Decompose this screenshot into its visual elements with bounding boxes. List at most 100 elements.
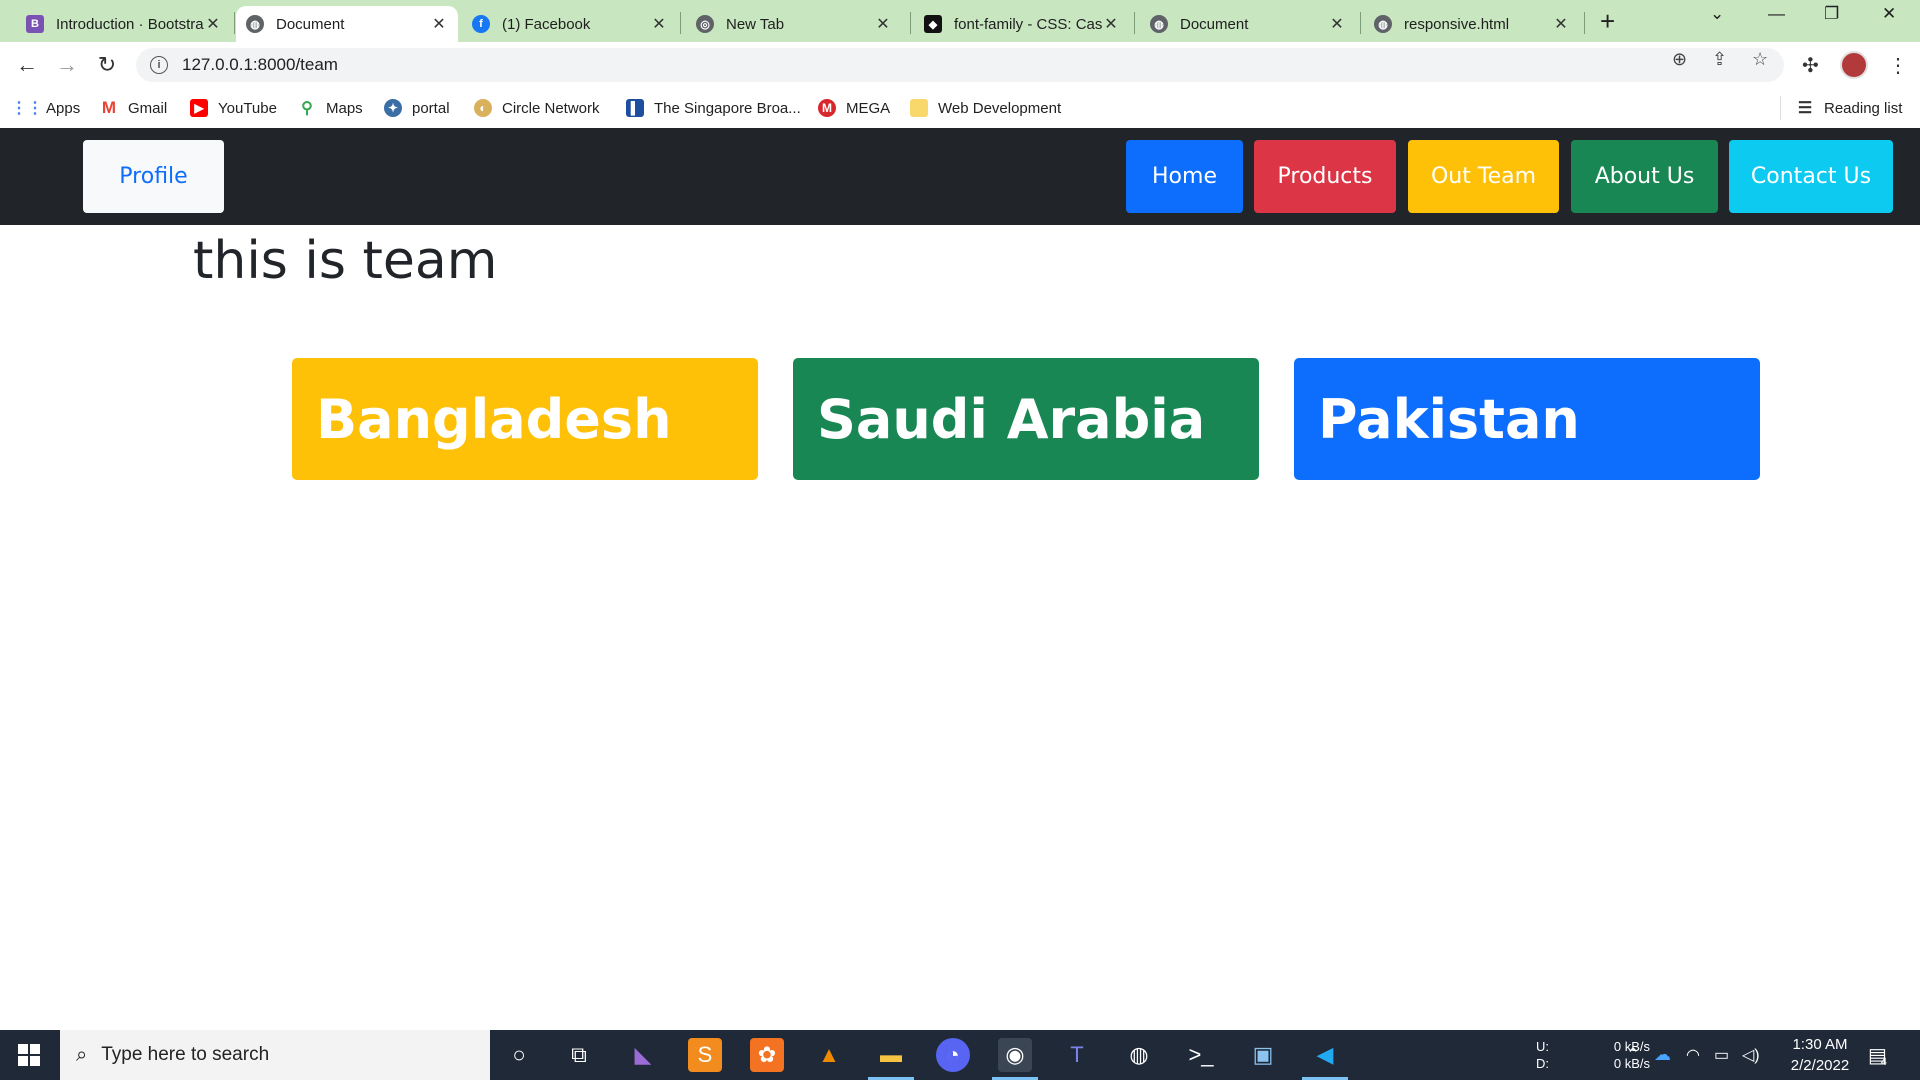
search-icon: ⌕ (76, 1043, 88, 1066)
extensions-icon[interactable]: ✣ (1802, 53, 1819, 78)
tab-responsive[interactable]: ◍ responsive.html ✕ (1364, 6, 1580, 42)
tab-mdn-font-family[interactable]: ◆ font-family - CSS: Cas ✕ (914, 6, 1130, 42)
close-tab-icon[interactable]: ✕ (1552, 14, 1570, 34)
battery-icon[interactable]: ▭ (1714, 1030, 1729, 1080)
chrome-icon: ◎ (696, 15, 714, 33)
globe-icon: ◍ (246, 15, 264, 33)
tab-search-icon[interactable]: ⌄ (1710, 4, 1724, 24)
tab-separator (910, 12, 911, 34)
facebook-icon: f (472, 15, 490, 33)
bookmarks-separator (1780, 96, 1781, 120)
wifi-icon[interactable]: ◠ (1686, 1030, 1700, 1080)
cortana-icon[interactable]: ○ (502, 1038, 536, 1072)
bookmark-singapore-broadcast[interactable]: ▌ The Singapore Broa... (626, 96, 801, 120)
tab-new-tab[interactable]: ◎ New Tab ✕ (686, 6, 902, 42)
vlc-icon[interactable]: ▲ (812, 1038, 846, 1072)
mdn-icon: ◆ (924, 15, 942, 33)
profile-button[interactable]: Profile (83, 140, 224, 213)
vscode-icon[interactable]: ◀ (1308, 1038, 1342, 1072)
bookmark-apps[interactable]: ⋮⋮ Apps (11, 96, 80, 120)
site-info-icon[interactable]: i (150, 56, 168, 74)
zoom-icon[interactable]: ⊕ (1672, 49, 1687, 70)
bookmark-circle-network[interactable]: ◐ Circle Network (474, 96, 600, 120)
bookmark-portal[interactable]: ✦ portal (384, 96, 450, 120)
menu-icon[interactable]: ⋮ (1888, 53, 1908, 78)
tab-separator (680, 12, 681, 34)
tab-facebook[interactable]: f (1) Facebook ✕ (462, 6, 678, 42)
site-navbar: Profile Home Products Out Team About Us … (0, 128, 1920, 225)
maps-pin-icon: ⚲ (301, 100, 313, 117)
circle-network-icon: ◐ (474, 99, 492, 117)
windows-start-icon[interactable] (18, 1044, 40, 1066)
bookmark-mega[interactable]: M MEGA (818, 96, 890, 120)
volume-icon[interactable]: ◁) (1742, 1030, 1760, 1080)
bookmark-maps[interactable]: ⚲ Maps (298, 96, 363, 120)
sublime-text-icon[interactable]: S (688, 1038, 722, 1072)
youtube-icon: ▶ (190, 99, 208, 117)
our-team-button[interactable]: Out Team (1408, 140, 1559, 213)
close-tab-icon[interactable]: ✕ (874, 14, 892, 34)
bookmark-folder-web-development[interactable]: Web Development (910, 96, 1061, 120)
singapore-broa-icon: ▌ (626, 99, 644, 117)
country-card-saudi-arabia: Saudi Arabia (793, 358, 1259, 480)
bookmark-youtube[interactable]: ▶ YouTube (190, 96, 277, 120)
about-us-button[interactable]: About Us (1571, 140, 1718, 213)
close-tab-icon[interactable]: ✕ (1328, 14, 1346, 34)
folder-icon (910, 99, 928, 117)
obs-icon[interactable]: ◍ (1122, 1038, 1156, 1072)
close-tab-icon[interactable]: ✕ (650, 14, 668, 34)
visual-studio-icon[interactable]: ◣ (626, 1038, 660, 1072)
url-text[interactable]: 127.0.0.1:8000/team (182, 55, 338, 75)
notification-center-icon[interactable]: ▤ 4 (1868, 1030, 1887, 1080)
browser-tab-strip: B Introduction · Bootstrap ✕ ◍ Document … (0, 0, 1920, 42)
task-view-icon[interactable]: ⧉ (562, 1038, 596, 1072)
bookmark-star-icon[interactable]: ☆ (1752, 49, 1768, 70)
teams-icon[interactable]: T (1060, 1038, 1094, 1072)
browser-toolbar: ← → ↻ i 127.0.0.1:8000/team ⊕ ⇪ ☆ ✣ ⋮ (0, 42, 1920, 88)
apps-grid-icon: ⋮⋮ (11, 100, 43, 117)
chrome-taskbar-icon[interactable]: ◉ (998, 1038, 1032, 1072)
bookmark-gmail[interactable]: M Gmail (100, 96, 167, 120)
page-heading: this is team (193, 231, 498, 291)
profile-avatar[interactable] (1840, 51, 1868, 79)
close-tab-icon[interactable]: ✕ (1102, 14, 1120, 34)
close-tab-icon[interactable]: ✕ (204, 14, 222, 34)
reload-icon[interactable]: ↻ (92, 50, 122, 80)
bookmarks-bar: ⋮⋮ Apps M Gmail ▶ YouTube ⚲ Maps ✦ porta… (0, 88, 1920, 128)
close-window-icon[interactable]: ✕ (1882, 4, 1896, 24)
taskbar-search-box[interactable]: ⌕ Type here to search (60, 1030, 490, 1080)
close-tab-icon[interactable]: ✕ (430, 14, 448, 34)
terminal-icon[interactable]: >_ (1184, 1038, 1218, 1072)
control-panel-icon[interactable]: ▣ (1246, 1038, 1280, 1072)
home-button[interactable]: Home (1126, 140, 1243, 213)
forward-icon[interactable]: → (52, 50, 82, 80)
tab-document-active[interactable]: ◍ Document ✕ (236, 6, 458, 42)
tab-separator (1134, 12, 1135, 34)
windows-taskbar: ⌕ Type here to search ○ ⧉ ◣ S ✿ ▲ ▬ ◔ ◉ … (0, 1030, 1920, 1080)
discord-icon[interactable]: ◔ (936, 1038, 970, 1072)
tab-separator (1584, 12, 1585, 34)
restore-icon[interactable]: ❐ (1824, 4, 1839, 24)
tab-separator (234, 12, 235, 34)
back-icon[interactable]: ← (12, 50, 42, 80)
share-icon[interactable]: ⇪ (1712, 49, 1727, 70)
tab-separator (1360, 12, 1361, 34)
tab-document[interactable]: ◍ Document ✕ (1140, 6, 1356, 42)
bootstrap-icon: B (26, 15, 44, 33)
address-bar[interactable]: i 127.0.0.1:8000/team (136, 48, 1784, 82)
xampp-icon[interactable]: ✿ (750, 1038, 784, 1072)
new-tab-button[interactable]: + (1600, 6, 1615, 36)
contact-us-button[interactable]: Contact Us (1729, 140, 1893, 213)
chevron-up-icon[interactable]: ⌃ (1626, 1030, 1640, 1080)
tab-bootstrap[interactable]: B Introduction · Bootstrap ✕ (16, 6, 232, 42)
products-button[interactable]: Products (1254, 140, 1396, 213)
country-card-pakistan: Pakistan (1294, 358, 1760, 480)
reading-list-button[interactable]: ☰ Reading list (1796, 96, 1903, 120)
minimize-icon[interactable]: — (1768, 4, 1785, 24)
system-clock[interactable]: 1:30 AM 2/2/2022 (1770, 1034, 1870, 1076)
file-explorer-icon[interactable]: ▬ (874, 1038, 908, 1072)
portal-icon: ✦ (384, 99, 402, 117)
onedrive-icon[interactable]: ☁ (1654, 1030, 1671, 1080)
gmail-icon: M (101, 98, 117, 117)
mega-icon: M (818, 99, 836, 117)
